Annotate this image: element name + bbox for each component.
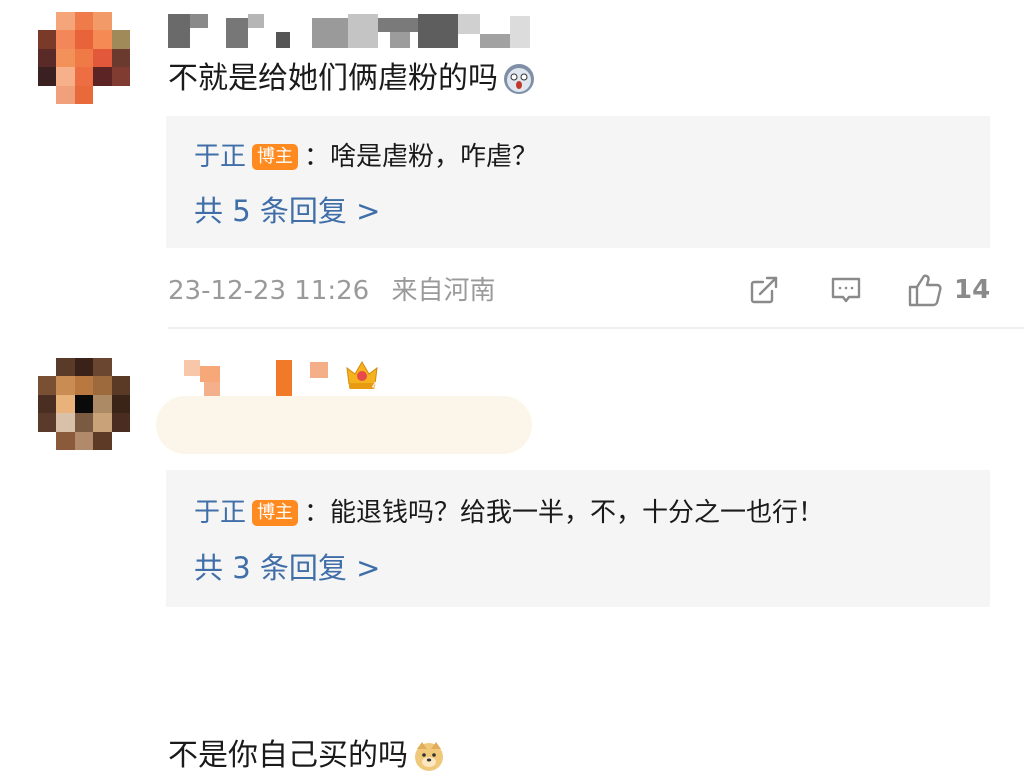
- author-badge: 博主: [252, 144, 299, 170]
- comment-text-content: 不就是给她们俩虐粉的吗: [168, 61, 498, 96]
- timestamp: 23-12-23 11:26: [168, 276, 370, 306]
- svg-text:4: 4: [372, 381, 378, 392]
- reply-text: ：啥是虐粉，咋虐？: [304, 142, 539, 172]
- comment-item: 不就是给她们俩虐粉的吗 于正 博主 ：啥是虐粉，咋虐？ 共 5 条回复 > 23…: [0, 0, 1024, 327]
- reply-preview-box[interactable]: 于正 博主 ：啥是虐粉，咋虐？ 共 5 条回复 >: [166, 116, 990, 248]
- like-button[interactable]: 14: [906, 270, 990, 310]
- like-count: 14: [954, 275, 991, 305]
- comment-item: 不是你自己买的吗: [0, 330, 1024, 773]
- avatar[interactable]: [38, 358, 130, 450]
- doge-emoji: [415, 742, 443, 771]
- share-button[interactable]: [746, 270, 782, 310]
- like-icon: [908, 274, 942, 307]
- comment-button[interactable]: [828, 270, 864, 310]
- comment-text-content: 不是你自己买的吗: [168, 738, 408, 773]
- avatar[interactable]: [38, 12, 130, 104]
- comment-text: 不是你自己买的吗: [168, 736, 446, 776]
- crown-4-icon: 4: [346, 361, 378, 392]
- comment-text: 不就是给她们俩虐粉的吗: [168, 59, 536, 99]
- reply-author-link[interactable]: 于正: [194, 140, 246, 174]
- view-replies-link[interactable]: 共 5 条回复 >: [194, 193, 380, 229]
- location: 来自河南: [391, 276, 496, 306]
- share-icon: [750, 276, 778, 304]
- comment-divider: [168, 327, 1024, 329]
- comment-meta: 23-12-23 11:26 来自河南: [168, 274, 496, 308]
- shocked-face-emoji: [504, 64, 534, 94]
- reply-preview-line: 于正 博主 ：啥是虐粉，咋虐？: [194, 140, 538, 174]
- comment-icon: [831, 277, 861, 303]
